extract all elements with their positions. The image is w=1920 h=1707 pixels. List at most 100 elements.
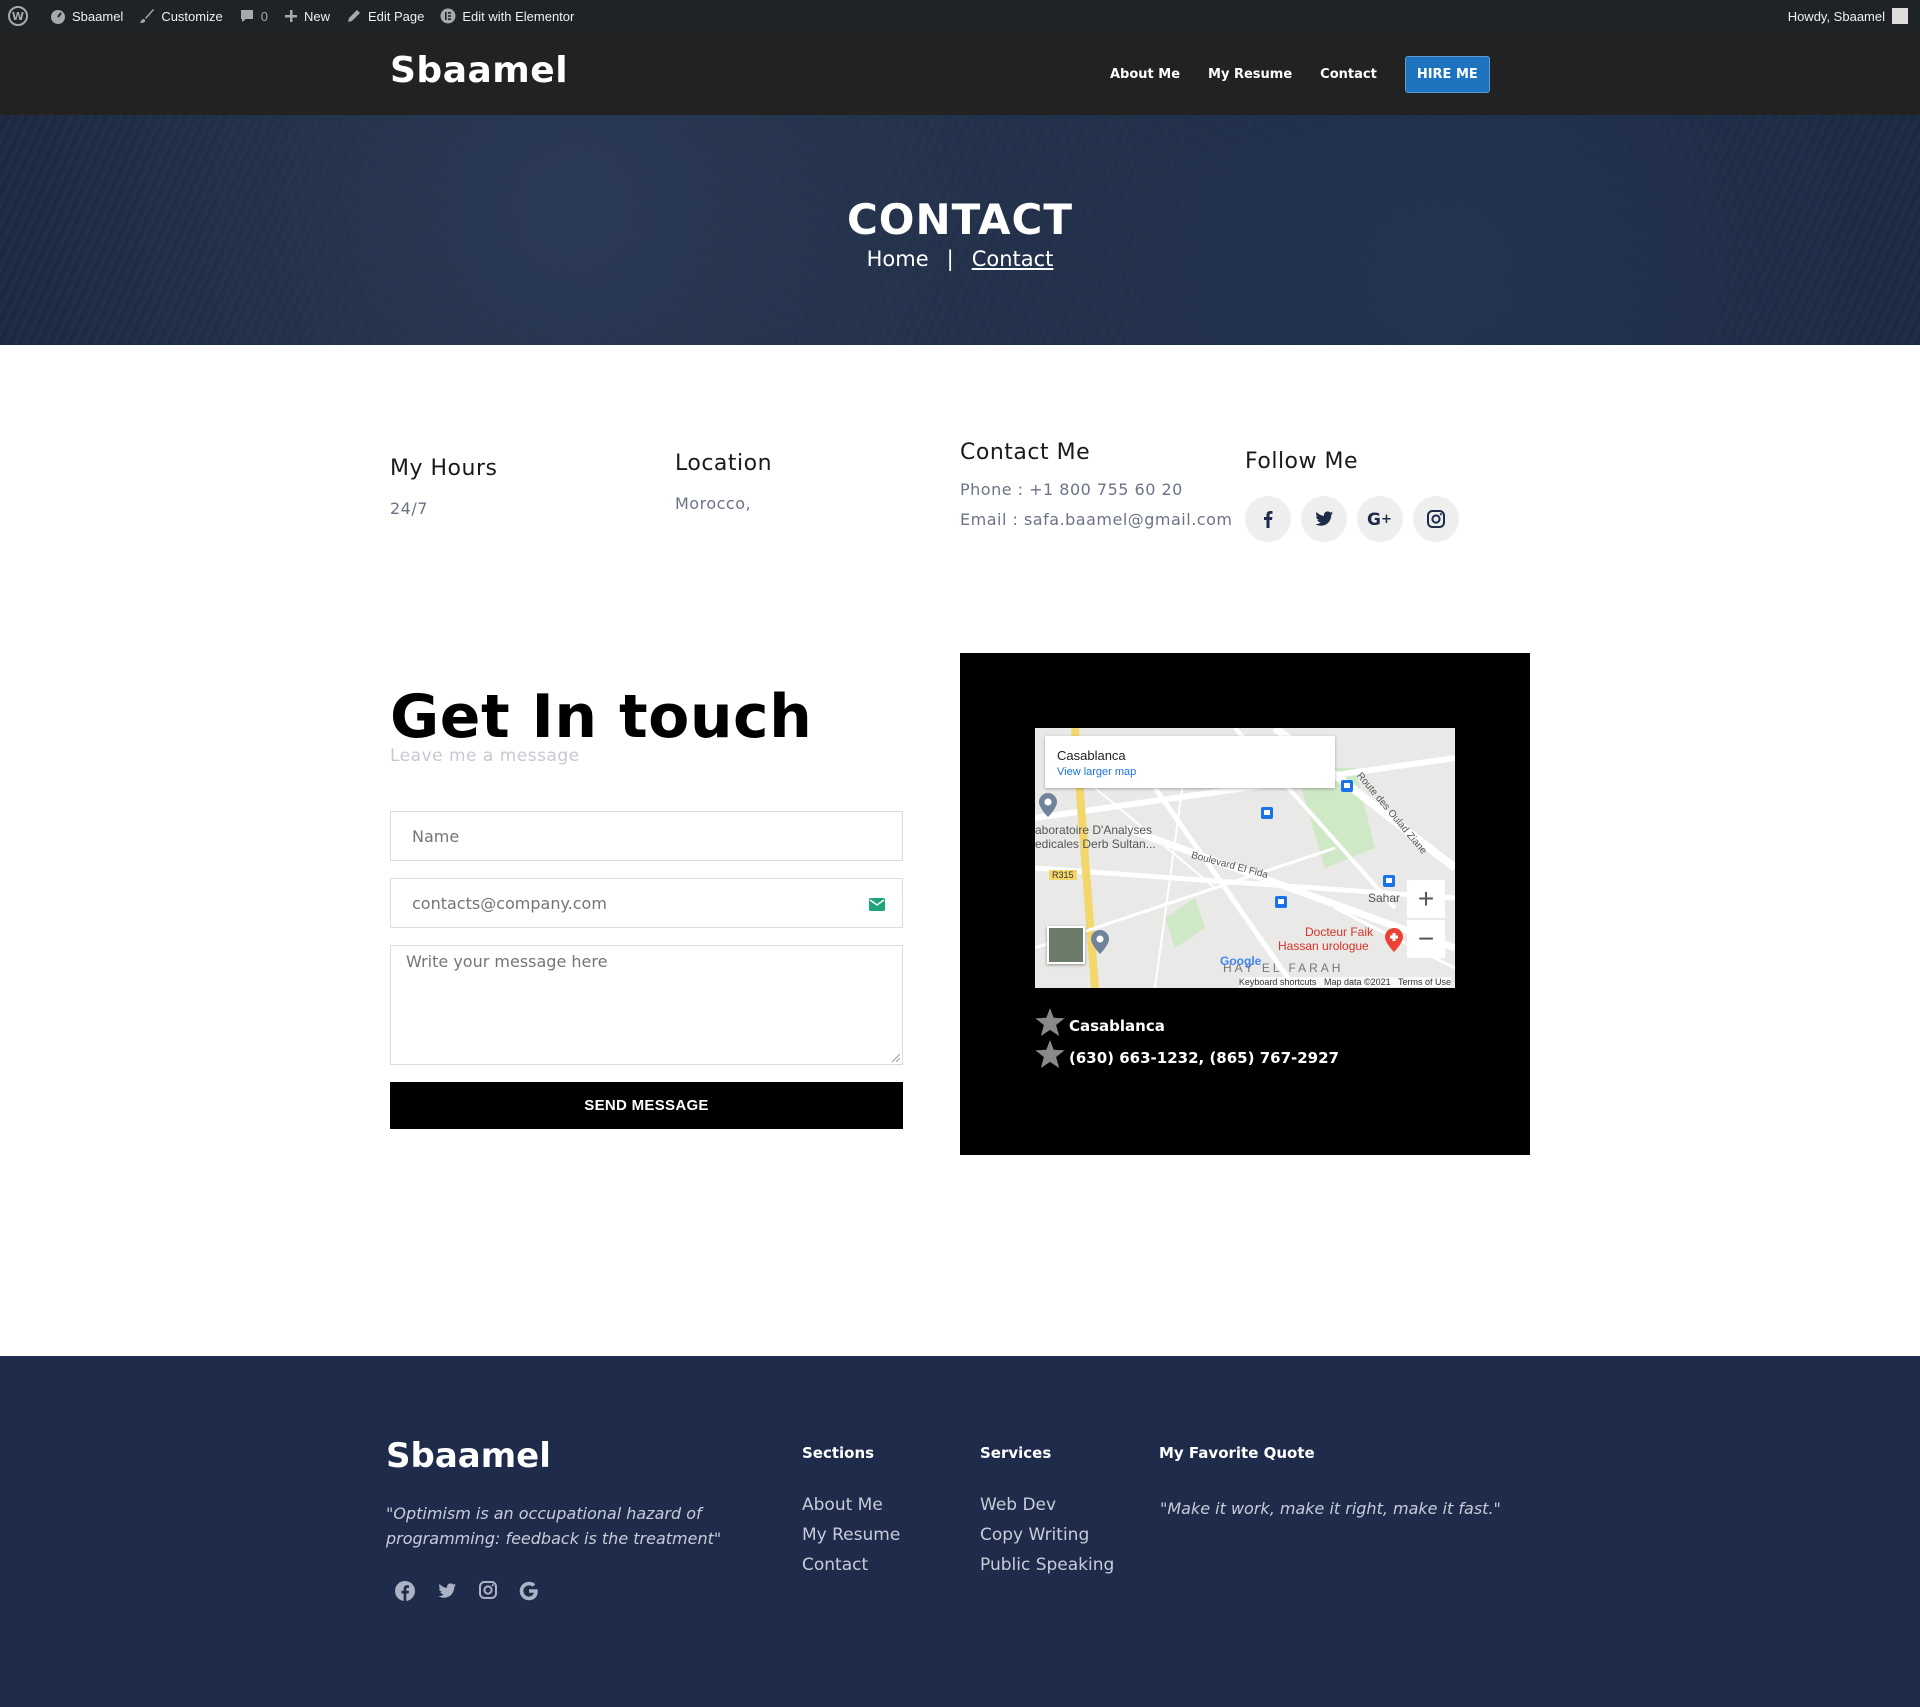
contact-title: Contact Me [960,440,1091,465]
map-phones: (630) 663-1232, (865) 767-2927 [1069,1049,1339,1067]
plus-icon [284,10,297,22]
facebook-icon[interactable] [394,1580,416,1602]
elementor-icon [440,8,456,24]
admin-customize-label: Customize [161,8,223,24]
footer-link-about-me[interactable]: About Me [802,1490,900,1520]
email-input[interactable] [412,893,902,913]
admin-comments-link[interactable]: 0 [231,0,276,32]
svg-text:W: W [12,10,24,23]
zoom-in-button[interactable]: + [1407,880,1445,918]
nav-my-resume[interactable]: My Resume [1208,67,1292,82]
message-field[interactable] [390,945,903,1065]
wordpress-icon: W [8,6,28,26]
brush-icon [140,9,155,23]
contact-phone: Phone : +1 800 755 60 20 [960,480,1183,499]
footer-sections-title: Sections [802,1444,875,1462]
breadcrumb: Home | Contact [0,247,1920,271]
hero-banner: CONTACT Home | Contact [0,115,1920,345]
send-message-button[interactable]: SEND MESSAGE [390,1082,903,1129]
twitter-icon[interactable] [1301,496,1347,542]
instagram-icon[interactable] [478,1580,498,1602]
footer-link-my-resume[interactable]: My Resume [802,1520,900,1550]
twitter-icon[interactable] [436,1580,458,1602]
terms-of-use-link[interactable]: Terms of Use [1398,977,1451,987]
footer-service-copy-writing[interactable]: Copy Writing [980,1520,1114,1550]
map-label-sahar: Sahar [1368,891,1401,905]
map-label-lab2: edicales Derb Sultan... [1035,837,1156,851]
admin-site-label: Sbaamel [72,8,124,24]
wordpress-logo-button[interactable]: W [0,0,42,32]
bus-stop-icon [1341,780,1353,792]
admin-comments-count: 0 [260,8,268,24]
map-pin-icon [1091,930,1109,954]
zoom-out-button[interactable]: − [1407,920,1445,958]
google-logo: Google [1220,954,1262,968]
email-field[interactable] [390,878,903,928]
admin-bar: W Sbaamel Customize 0 New Edit Page Edit… [0,0,1920,32]
footer-quote-column: My Favorite Quote [1159,1444,1315,1462]
page-title: CONTACT [846,195,1074,244]
google-plus-icon[interactable]: G + [1357,496,1403,542]
admin-elementor-link[interactable]: Edit with Elementor [432,0,582,32]
pencil-icon [347,10,360,22]
bus-stop-icon [1383,875,1395,887]
footer-service-web-dev[interactable]: Web Dev [980,1490,1114,1520]
map-attribution: Keyboard shortcuts Map data ©2021 Terms … [1238,977,1451,987]
google-map[interactable]: Casablanca View larger map aboratoire D'… [1035,728,1455,988]
nav-contact[interactable]: Contact [1320,67,1377,82]
keyboard-shortcuts-link[interactable]: Keyboard shortcuts [1239,977,1317,987]
footer-sections: Sections About Me My Resume Contact [802,1444,900,1580]
footer-link-contact[interactable]: Contact [802,1550,900,1580]
map-data-label: Map data ©2021 [1323,977,1391,987]
location-value: Morocco, [675,494,752,513]
star-icon [1035,1040,1065,1068]
svg-text:+: + [1381,512,1392,527]
facebook-icon[interactable] [1245,496,1291,542]
page: W Sbaamel Customize 0 New Edit Page Edit… [0,0,1920,1707]
admin-account-menu[interactable]: Howdy, Sbaamel [1788,0,1920,32]
footer-service-public-speaking[interactable]: Public Speaking [980,1550,1114,1580]
view-larger-map-link[interactable]: View larger map [1057,766,1335,778]
footer-services: Services Web Dev Copy Writing Public Spe… [980,1444,1114,1580]
footer-quote-title: My Favorite Quote [1159,1444,1315,1462]
footer-quote: "Optimism is an occupational hazard of p… [386,1504,722,1548]
admin-site-link[interactable]: Sbaamel [42,0,131,32]
admin-howdy-label: Howdy, Sbaamel [1787,8,1885,24]
admin-new-label: New [303,8,330,24]
admin-new-link[interactable]: New [276,0,338,32]
map-label-lab: aboratoire D'Analyses [1035,823,1153,837]
map-city-row: Casablanca [1035,1008,1165,1036]
map-label-doctor: Docteur Faik [1305,925,1374,939]
name-field[interactable] [390,811,903,861]
footer-favorite-quote: "Make it work, make it right, make it fa… [1160,1499,1501,1518]
admin-customize-link[interactable]: Customize [131,0,230,32]
contact-email[interactable]: Email : safa.baamel@gmail.com [960,505,1232,535]
breadcrumb-home[interactable]: Home [867,247,929,271]
footer-logo[interactable]: Sbaamel [386,1436,551,1476]
map-info-card: Casablanca View larger map [1045,736,1335,788]
resize-handle-icon[interactable] [890,1052,900,1062]
hire-me-button[interactable]: HIRE ME [1404,56,1490,93]
breadcrumb-current[interactable]: Contact [972,247,1054,271]
social-links: G + [1245,496,1469,542]
dashboard-icon [51,10,65,24]
site-logo[interactable]: Sbaamel [390,50,568,91]
comment-icon [240,10,253,22]
map-pin-icon [1039,793,1057,817]
site-footer: Sbaamel "Optimism is an occupational haz… [0,1356,1920,1707]
google-icon[interactable] [518,1580,540,1602]
hours-column: My Hours 24/7 [390,456,497,518]
instagram-icon[interactable] [1413,496,1459,542]
footer-services-title: Services [980,1444,1052,1462]
hospital-pin-icon [1385,928,1403,952]
footer-social-links [394,1580,560,1602]
satellite-toggle[interactable] [1047,926,1085,964]
nav-about-me[interactable]: About Me [1110,67,1180,82]
map-card-title: Casablanca [1057,748,1126,763]
location-column: Location Morocco, [675,451,772,513]
follow-column: Follow Me G + [1245,449,1469,542]
admin-edit-page-link[interactable]: Edit Page [338,0,432,32]
map-label-doctor2: Hassan urologue [1278,939,1369,953]
message-input[interactable] [406,952,902,1028]
name-input[interactable] [412,826,902,846]
